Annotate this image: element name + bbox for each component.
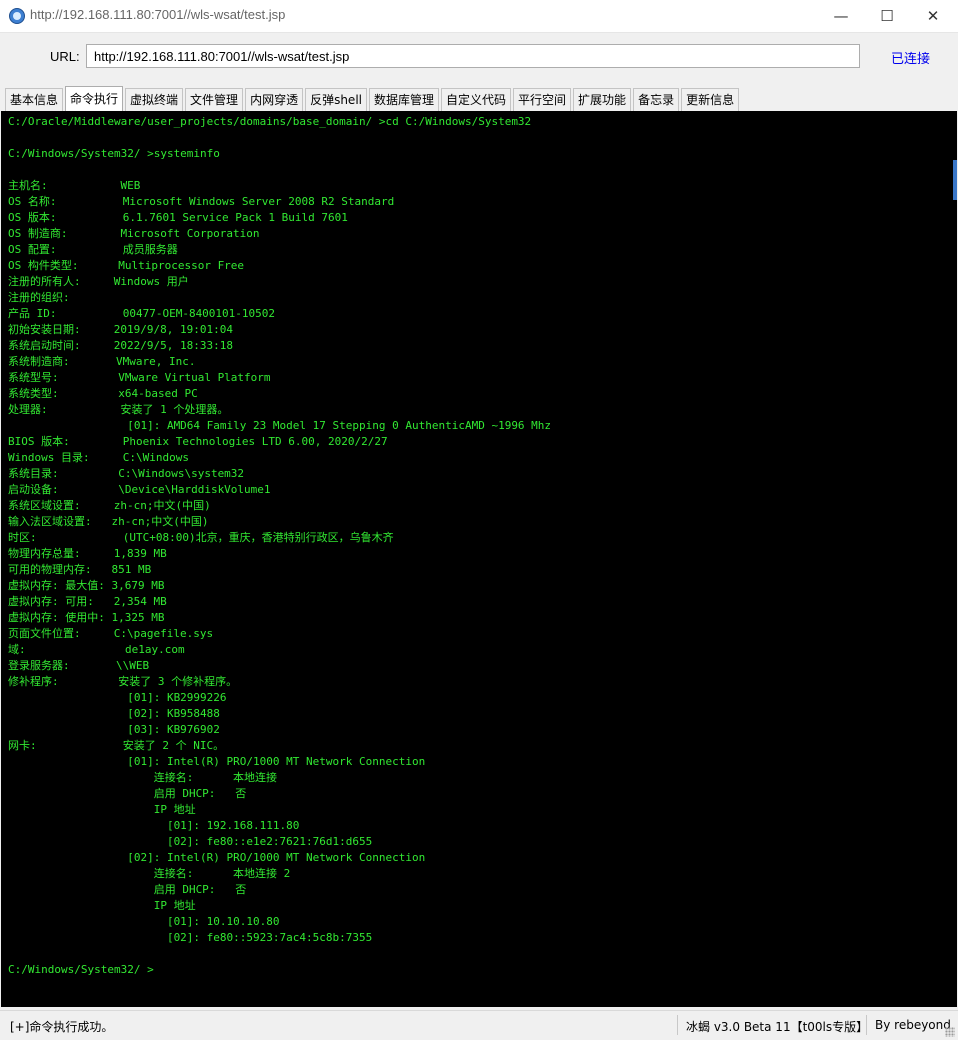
- console-line: 网卡: 安装了 2 个 NIC。: [8, 739, 225, 752]
- tab-8[interactable]: 平行空间: [513, 88, 572, 111]
- window-title: http://192.168.111.80:7001//wls-wsat/tes…: [30, 7, 286, 22]
- tab-bar: 基本信息 命令执行 虚拟终端 文件管理 内网穿透 反弹shell 数据库管理 自定义代码 平行空…: [5, 86, 741, 111]
- console-line: [02]: fe80::e1e2:7621:76d1:d655: [8, 835, 373, 848]
- connection-status-link[interactable]: 已连接: [891, 48, 930, 67]
- console-line: [01]: 192.168.111.80: [8, 819, 300, 832]
- console-line: [03]: KB976902: [8, 723, 220, 736]
- maximize-button[interactable]: ☐: [864, 0, 910, 32]
- console-line: 系统目录: C:\Windows\system32: [8, 467, 245, 480]
- console-line: BIOS 版本: Phoenix Technologies LTD 6.00, …: [8, 435, 388, 448]
- console-line: 注册的所有人: Windows 用户: [8, 275, 189, 288]
- console-line: 系统型号: VMware Virtual Platform: [8, 371, 271, 384]
- console-line: 虚拟内存: 可用: 2,354 MB: [8, 595, 167, 608]
- console-line: 时区: (UTC+08:00)北京，重庆，香港特别行政区，乌鲁木齐: [8, 531, 394, 544]
- console-line: [01]: 10.10.10.80: [8, 915, 280, 928]
- console-line: 系统类型: x64-based PC: [8, 387, 198, 400]
- close-button[interactable]: ✕: [910, 0, 956, 32]
- console-line: 物理内存总量: 1,839 MB: [8, 547, 167, 560]
- tab-0[interactable]: 基本信息: [5, 88, 64, 111]
- console-line: 域: de1ay.com: [8, 643, 185, 656]
- console-line: [01]: Intel(R) PRO/1000 MT Network Conne…: [8, 755, 426, 768]
- console-line: 系统制造商: VMware, Inc.: [8, 355, 196, 368]
- console-line: C:/Windows/System32/ >systeminfo: [8, 147, 220, 160]
- console-line: OS 名称: Microsoft Windows Server 2008 R2 …: [8, 195, 395, 208]
- status-bar: [+]命令执行成功。 冰蝎 v3.0 Beta 11【t00ls专版】 By r…: [0, 1010, 958, 1040]
- console-line: IP 地址: [8, 803, 196, 816]
- console-line: 启用 DHCP: 否: [8, 883, 247, 896]
- tab-1[interactable]: 命令执行: [65, 86, 124, 111]
- tab-11[interactable]: 更新信息: [681, 88, 740, 111]
- console-line: OS 构件类型: Multiprocessor Free: [8, 259, 245, 272]
- command-output-console[interactable]: C:/Oracle/Middleware/user_projects/domai…: [1, 111, 957, 1007]
- console-line: C:/Windows/System32/ >: [8, 963, 154, 976]
- console-scrollbar-thumb[interactable]: [953, 160, 957, 200]
- console-line: 修补程序: 安装了 3 个修补程序。: [8, 675, 238, 688]
- status-divider: [677, 1015, 678, 1035]
- console-line: 注册的组织:: [8, 291, 70, 304]
- console-line: 启用 DHCP: 否: [8, 787, 247, 800]
- console-line: IP 地址: [8, 899, 196, 912]
- console-line: 连接名: 本地连接 2: [8, 867, 291, 880]
- console-line: C:/Oracle/Middleware/user_projects/domai…: [8, 115, 532, 128]
- tab-5[interactable]: 反弹shell: [305, 88, 367, 111]
- console-line: 产品 ID: 00477-OEM-8400101-10502: [8, 307, 276, 320]
- minimize-button[interactable]: —: [818, 0, 864, 32]
- tab-2[interactable]: 虚拟终端: [125, 88, 184, 111]
- title-bar: http://192.168.111.80:7001//wls-wsat/tes…: [0, 0, 958, 33]
- console-line: Windows 目录: C:\Windows: [8, 451, 189, 464]
- console-text: C:/Oracle/Middleware/user_projects/domai…: [1, 111, 957, 978]
- status-message: [+]命令执行成功。: [10, 1020, 114, 1034]
- console-line: OS 制造商: Microsoft Corporation: [8, 227, 260, 240]
- console-line: 虚拟内存: 使用中: 1,325 MB: [8, 611, 165, 624]
- url-input[interactable]: [86, 44, 860, 68]
- console-line: [02]: KB958488: [8, 707, 220, 720]
- console-line: OS 版本: 6.1.7601 Service Pack 1 Build 760…: [8, 211, 348, 224]
- console-line: 系统区域设置: zh-cn;中文(中国): [8, 499, 211, 512]
- version-label: 冰蝎 v3.0 Beta 11【t00ls专版】: [686, 1020, 869, 1034]
- tab-10[interactable]: 备忘录: [633, 88, 680, 111]
- console-line: 连接名: 本地连接: [8, 771, 278, 784]
- tab-6[interactable]: 数据库管理: [369, 88, 440, 111]
- tab-4[interactable]: 内网穿透: [245, 88, 304, 111]
- resize-grip-icon[interactable]: [945, 1027, 955, 1037]
- console-line: [01]: KB2999226: [8, 691, 227, 704]
- url-toolbar: URL: 已连接: [0, 33, 958, 83]
- console-line: 登录服务器: \\WEB: [8, 659, 150, 672]
- app-globe-icon: [9, 8, 25, 24]
- author-label: By rebeyond: [875, 1018, 951, 1032]
- console-line: [01]: AMD64 Family 23 Model 17 Stepping …: [8, 419, 552, 432]
- status-divider: [866, 1015, 867, 1035]
- console-line: OS 配置: 成员服务器: [8, 243, 178, 256]
- console-line: 启动设备: \Device\HarddiskVolume1: [8, 483, 271, 496]
- tab-7[interactable]: 自定义代码: [441, 88, 512, 111]
- url-label: URL:: [50, 49, 80, 64]
- console-line: 可用的物理内存: 851 MB: [8, 563, 152, 576]
- console-line: 输入法区域设置: zh-cn;中文(中国): [8, 515, 209, 528]
- console-line: 虚拟内存: 最大值: 3,679 MB: [8, 579, 165, 592]
- console-line: 主机名: WEB: [8, 179, 141, 192]
- console-line: [02]: fe80::5923:7ac4:5c8b:7355: [8, 931, 373, 944]
- tab-9[interactable]: 扩展功能: [573, 88, 632, 111]
- console-line: 系统启动时间: 2022/9/5, 18:33:18: [8, 339, 233, 352]
- console-line: 初始安装日期: 2019/9/8, 19:01:04: [8, 323, 233, 336]
- console-line: 页面文件位置: C:\pagefile.sys: [8, 627, 214, 640]
- tab-3[interactable]: 文件管理: [185, 88, 244, 111]
- console-line: [02]: Intel(R) PRO/1000 MT Network Conne…: [8, 851, 426, 864]
- console-line: 处理器: 安装了 1 个处理器。: [8, 403, 229, 416]
